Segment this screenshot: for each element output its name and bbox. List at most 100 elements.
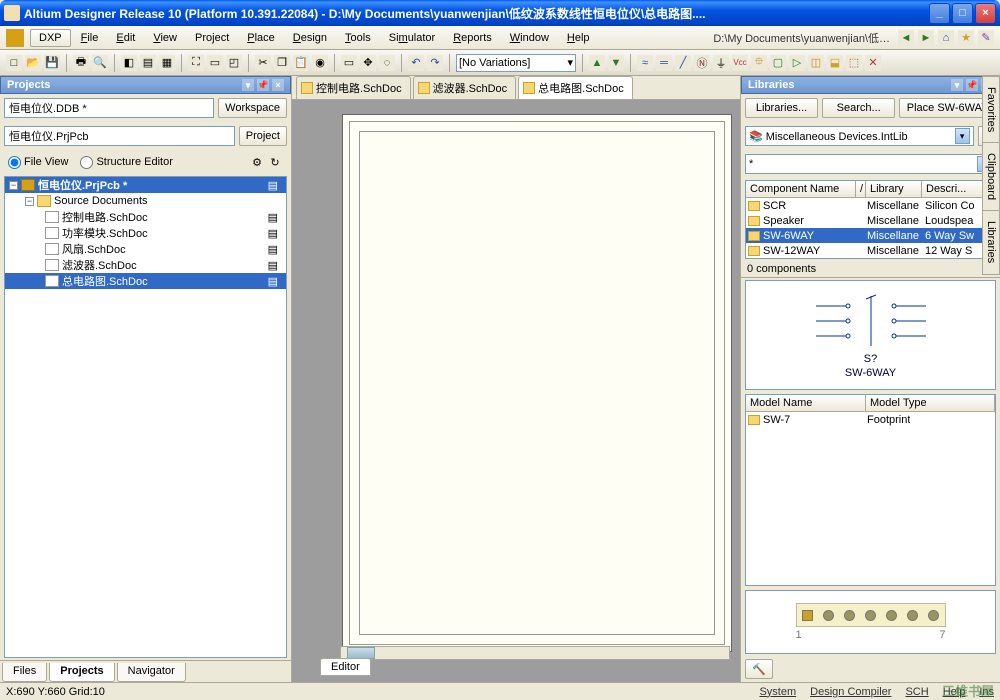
zoom-area-icon[interactable]: ▭ [207, 55, 223, 71]
menu-place[interactable]: Place [239, 29, 283, 47]
component-row[interactable]: SW-6WAYMiscellane6 Way Sw [746, 228, 995, 243]
dxp-button[interactable]: DXP [30, 29, 71, 47]
mask-button[interactable]: 🔨 [745, 659, 773, 679]
col-model-type[interactable]: Model Type [866, 395, 995, 411]
close-button[interactable]: × [975, 3, 996, 24]
docs-icon[interactable]: ▦ [159, 55, 175, 71]
layers-icon[interactable]: ▤ [140, 55, 156, 71]
maximize-button[interactable]: □ [952, 3, 973, 24]
variations-combo[interactable]: [No Variations]▾ [456, 54, 576, 72]
project-tree[interactable]: −恒电位仪.PrjPcb * ▤ −Source Documents 控制电路.… [4, 176, 287, 658]
menu-help[interactable]: Help [559, 29, 598, 47]
menu-view[interactable]: View [145, 29, 185, 47]
side-tab[interactable]: Favorites [982, 76, 1000, 143]
devices-icon[interactable]: ◧ [121, 55, 137, 71]
doc-tab[interactable]: 总电路图.SchDoc [518, 76, 633, 99]
side-tab[interactable]: Clipboard [982, 142, 1000, 211]
nav-fwd-icon[interactable]: ► [918, 30, 934, 46]
favorites-icon[interactable]: ★ [958, 30, 974, 46]
save-icon[interactable]: 💾 [44, 55, 60, 71]
undo-icon[interactable]: ↶ [408, 55, 424, 71]
tree-doc-item[interactable]: 总电路图.SchDoc▤ [5, 273, 286, 289]
library-select[interactable]: 📚 Miscellaneous Devices.IntLib ▾ [745, 126, 974, 146]
edit-icon[interactable]: ✎ [978, 30, 994, 46]
no-erc-icon[interactable]: ✕ [865, 55, 881, 71]
print-icon[interactable]: 🖶 [73, 55, 89, 71]
rubber-stamp-icon[interactable]: ◉ [312, 55, 328, 71]
bus-entry-icon[interactable]: ╱ [675, 55, 691, 71]
cut-icon[interactable]: ✂ [255, 55, 271, 71]
menu-project[interactable]: Project [187, 29, 237, 47]
refresh-icon[interactable]: ↻ [267, 154, 283, 170]
project-button[interactable]: Project [239, 126, 287, 146]
menu-edit[interactable]: Edit [108, 29, 143, 47]
wire-icon[interactable]: ≈ [637, 55, 653, 71]
copy-icon[interactable]: ❐ [274, 55, 290, 71]
move-icon[interactable]: ✥ [360, 55, 376, 71]
tab-files[interactable]: Files [2, 663, 47, 682]
panel-pin-icon[interactable]: 📌 [257, 79, 269, 91]
compile-icon[interactable]: ⚙ [249, 154, 265, 170]
vcc-icon[interactable]: Vcc [732, 55, 748, 71]
col-component-name[interactable]: Component Name [746, 181, 856, 197]
tree-doc-item[interactable]: 滤波器.SchDoc▤ [5, 257, 286, 273]
component-list[interactable]: Component Name / Library Descri... SCRMi… [745, 180, 996, 259]
schematic-canvas[interactable]: Editor [292, 100, 740, 682]
status-link[interactable]: Design Compiler [810, 686, 891, 698]
col-sort-icon[interactable]: / [856, 181, 866, 197]
hierarchy-down-icon[interactable]: ▼ [608, 55, 624, 71]
nav-back-icon[interactable]: ◄ [898, 30, 914, 46]
model-list[interactable]: Model Name Model Type SW-7 Footprint [745, 394, 996, 586]
gnd-icon[interactable]: ⏚ [713, 55, 729, 71]
open-icon[interactable]: 📂 [25, 55, 41, 71]
file-view-radio[interactable]: File View [8, 156, 68, 169]
status-link[interactable]: SCH [905, 686, 928, 698]
tab-projects[interactable]: Projects [49, 663, 114, 682]
paste-icon[interactable]: 📋 [293, 55, 309, 71]
device-sheet-icon[interactable]: ◫ [808, 55, 824, 71]
side-tab[interactable]: Libraries [982, 210, 1000, 274]
zoom-fit-icon[interactable]: ⛶ [188, 55, 204, 71]
print-preview-icon[interactable]: 🔍 [92, 55, 108, 71]
editor-tab[interactable]: Editor [320, 658, 371, 676]
col-model-name[interactable]: Model Name [746, 395, 866, 411]
minimize-button[interactable]: _ [929, 3, 950, 24]
hierarchy-up-icon[interactable]: ▲ [589, 55, 605, 71]
home-icon[interactable]: ⌂ [938, 30, 954, 46]
filter-input[interactable]: * ▾ [745, 154, 996, 174]
port-icon[interactable]: ⬓ [827, 55, 843, 71]
horizontal-scrollbar[interactable] [340, 646, 730, 660]
menu-design[interactable]: Design [285, 29, 335, 47]
bus-icon[interactable]: ═ [656, 55, 672, 71]
workspace-input[interactable] [4, 98, 214, 118]
component-row[interactable]: SW-12WAYMiscellane12 Way S [746, 243, 995, 258]
menu-reports[interactable]: Reports [445, 29, 500, 47]
tree-doc-item[interactable]: 功率模块.SchDoc▤ [5, 225, 286, 241]
component-row[interactable]: SpeakerMiscellaneLoudspea [746, 213, 995, 228]
tree-source-documents[interactable]: −Source Documents [5, 193, 286, 209]
lib-panel-pin-icon[interactable]: 📌 [966, 79, 978, 91]
panel-menu-icon[interactable]: ▾ [242, 79, 254, 91]
doc-tab[interactable]: 控制电路.SchDoc [296, 76, 411, 99]
select-icon[interactable]: ▭ [341, 55, 357, 71]
panel-close-icon[interactable]: × [272, 79, 284, 91]
tree-doc-item[interactable]: 控制电路.SchDoc▤ [5, 209, 286, 225]
tree-doc-item[interactable]: 风扇.SchDoc▤ [5, 241, 286, 257]
workspace-button[interactable]: Workspace [218, 98, 287, 118]
libraries-button[interactable]: Libraries... [745, 98, 818, 118]
menu-tools[interactable]: Tools [337, 29, 379, 47]
status-link[interactable]: System [759, 686, 796, 698]
menu-simulator[interactable]: Simulator [381, 29, 443, 47]
harness-icon[interactable]: ⬚ [846, 55, 862, 71]
sheet-entry-icon[interactable]: ▷ [789, 55, 805, 71]
libraries-panel-header[interactable]: Libraries ▾ 📌 × [741, 76, 1000, 94]
new-icon[interactable]: □ [6, 55, 22, 71]
component-row[interactable]: SCRMiscellaneSilicon Co [746, 198, 995, 213]
menu-window[interactable]: Window [502, 29, 557, 47]
search-button[interactable]: Search... [822, 98, 895, 118]
sheet-symbol-icon[interactable]: ▢ [770, 55, 786, 71]
project-input[interactable] [4, 126, 235, 146]
net-label-icon[interactable]: Ⓝ [694, 55, 710, 71]
tab-navigator[interactable]: Navigator [117, 663, 186, 682]
part-icon[interactable]: ⯐ [751, 55, 767, 71]
